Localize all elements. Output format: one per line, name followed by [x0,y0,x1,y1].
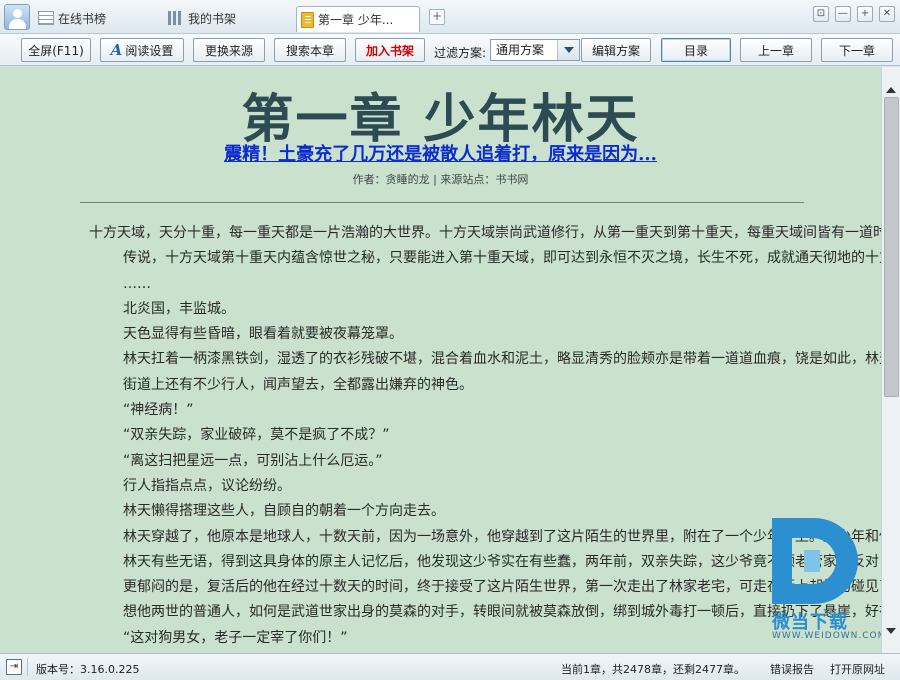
vertical-scrollbar[interactable] [881,67,900,653]
exit-icon[interactable]: ⇥ [6,659,22,675]
chapter-progress-text: 当前1章，共2478章，还剩2477章。 [561,663,745,676]
scroll-thumb[interactable] [884,97,899,397]
title-bar: 在线书榜 我的书架 第一章 少年... + ⊡ — + ✕ [0,0,900,34]
scroll-up-icon[interactable] [882,81,900,98]
status-bar: ⇥ 版本号：3.16.0.225 当前1章，共2478章，还剩2477章。 错误… [0,653,900,680]
paragraph: 天色显得有些昏暗，眼看着就要被夜幕笼罩。 [123,326,403,343]
restore-window-button[interactable]: ⊡ [813,6,829,22]
prev-chapter-button[interactable]: 上一章 [740,38,812,62]
close-window-button[interactable]: ✕ [879,6,895,22]
ad-headline-link[interactable]: 震精！土豪充了几万还是被散人追着打，原来是因为... [0,140,881,166]
filter-scheme-label: 过滤方案: [434,46,487,60]
paragraph: 林天穿越了，他原本是地球人，十数天前，因为一场意外，他穿越到了这片陌生的世界里，… [123,528,881,545]
chapter-body: 十方天域，天分十重，每一重天都是一片浩瀚的大世界。十方天域崇尚武道修行，从第一重… [0,221,881,651]
change-source-button[interactable]: 更换来源 [193,38,265,62]
paragraph: “离这扫把星远一点，可别沾上什么厄运。” [123,452,383,469]
paragraph: 十方天域，天分十重，每一重天都是一片浩瀚的大世界。十方天域崇尚武道修行，从第一重… [89,225,881,241]
watermark-url: WWW.WEIDOWN.COM [772,631,887,641]
add-to-shelf-button[interactable]: 加入书架 [355,38,425,62]
paragraph: 想他两世的普通人，如何是武道世家出身的莫森的对手，转眼间就被莫森放倒，绑到城外毒… [123,604,881,621]
tab-online-rank-label: 在线书榜 [58,11,107,26]
toolbar: 全屏(F11) A 阅读设置 更换来源 搜索本章 加入书架 过滤方案: 通用方案… [0,34,900,66]
search-chapter-button[interactable]: 搜索本章 [274,38,346,62]
edit-scheme-button[interactable]: 编辑方案 [581,38,651,62]
fullscreen-button[interactable]: 全屏(F11) [21,38,91,62]
paragraph: 更郁闷的是，复活后的他在经过十数天的时间，终于接受了这片陌生世界，第一次走出了林… [123,579,881,596]
filter-scheme-select[interactable]: 通用方案 [490,39,580,61]
paragraph: “神经病！” [123,402,194,419]
paragraph: “这对狗男女，老子一定宰了你们！” [123,629,348,646]
status-divider [27,658,28,676]
list-icon [38,11,54,25]
paragraph: 传说，十方天域第十重天内蕴含惊世之秘，只要能进入第十重天域，即可达到永恒不灭之境… [123,250,881,267]
title-divider [80,202,804,203]
tab-current-chapter[interactable]: 第一章 少年... [296,6,420,32]
paragraph: 林天有些无语，得到这具身体的原主人记忆后，他发现这少爷实在有些蠢，两年前，双亲失… [123,553,881,570]
tab-my-bookshelf[interactable]: 我的书架 [168,6,236,30]
paragraph: 北炎国，丰监城。 [123,300,235,317]
maximize-window-button[interactable]: + [857,6,873,22]
chevron-down-icon[interactable] [557,40,579,60]
minimize-window-button[interactable]: — [835,6,851,22]
scroll-down-icon[interactable] [882,622,900,639]
tab-current-chapter-label: 第一章 少年... [318,13,394,27]
bookshelf-icon [168,11,184,25]
book-icon [301,11,314,28]
next-chapter-button[interactable]: 下一章 [821,38,893,62]
tab-my-bookshelf-label: 我的书架 [188,11,237,26]
paragraph: 林天扛着一柄漆黑铁剑，湿透了的衣衫残破不堪，混合着血水和泥土，略显清秀的脸颊亦是… [123,351,881,368]
paragraph: “双亲失踪，家业破碎，莫不是疯了不成？” [123,427,390,444]
paragraph: …… [123,275,151,292]
reading-settings-icon: A [110,41,123,59]
paragraph: 林天懒得搭理这些人，自顾自的朝着一个方向走去。 [123,503,445,520]
new-tab-button[interactable]: + [429,9,445,25]
reading-settings-button[interactable]: A 阅读设置 [100,38,184,62]
toc-button[interactable]: 目录 [661,38,731,62]
user-avatar-icon[interactable] [4,4,30,30]
error-report-link[interactable]: 错误报告 [770,661,814,677]
reading-pane[interactable]: 第一章 少年林天 震精！土豪充了几万还是被散人追着打，原来是因为... 作者：贪… [0,67,881,653]
open-source-url-link[interactable]: 打开原网址 [830,661,885,677]
filter-scheme-value: 通用方案 [496,43,545,57]
reading-settings-label: 阅读设置 [125,43,174,58]
tab-online-rank[interactable]: 在线书榜 [38,6,106,30]
paragraph: 行人指指点点，议论纷纷。 [123,477,291,494]
chapter-meta: 作者：贪睡的龙 | 来源站点：书书网 [352,173,529,186]
version-text: 版本号：3.16.0.225 [36,663,140,676]
paragraph: 街道上还有不少行人，闻声望去，全都露出嫌弃的神色。 [123,376,473,393]
